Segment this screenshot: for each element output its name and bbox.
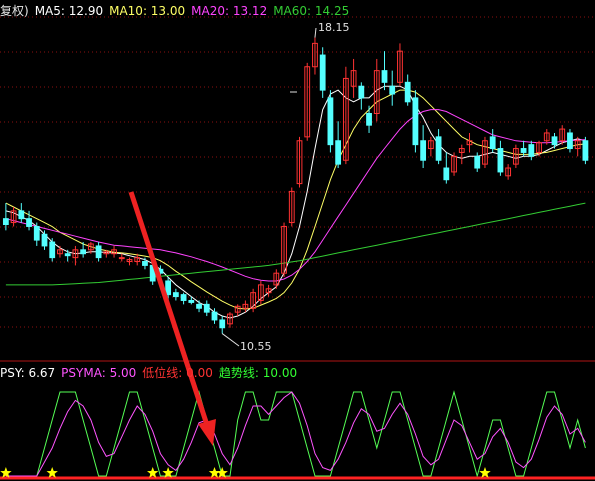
star-marker — [46, 467, 58, 478]
candle-body — [118, 257, 125, 260]
candle-body — [64, 253, 71, 257]
low-leader — [221, 333, 240, 347]
candle-body — [211, 311, 218, 321]
candle-body — [381, 70, 388, 83]
low-price-label: 10.55 — [240, 340, 272, 353]
candle-body — [389, 85, 396, 95]
legend-ma60: MA60: 14.25 — [273, 4, 350, 18]
legend-trend-line: 趋势线: 10.00 — [218, 366, 298, 380]
candle-body — [196, 303, 202, 309]
stock-chart — [0, 16, 595, 480]
candlesticks — [2, 37, 589, 334]
candle-body — [366, 112, 372, 126]
candle-body — [335, 140, 342, 165]
candle-body — [412, 97, 419, 146]
candle-body — [528, 144, 535, 157]
candle-body — [33, 225, 40, 241]
candle-body — [435, 136, 442, 161]
legend-ma5: MA5: 12.90 — [34, 4, 104, 18]
candle-body — [520, 148, 527, 153]
candle-body — [358, 85, 365, 99]
candle-body — [188, 299, 195, 303]
candle-body — [142, 261, 148, 266]
price-grid — [0, 16, 595, 362]
candle-body — [203, 303, 210, 313]
candle-body — [327, 97, 334, 146]
legend-ma20: MA20: 13.12 — [191, 4, 268, 18]
bottom-legend: PSY: 6.67 PSYMA: 5.00 低位线: 0.00 趋势线: 10.00 — [0, 364, 303, 381]
high-leader — [314, 27, 317, 38]
legend-psyma: PSYMA: 5.00 — [61, 366, 137, 380]
candle-body — [2, 218, 9, 226]
ma-line-ma20 — [5, 109, 586, 282]
candle-body — [474, 155, 481, 169]
candle-body — [404, 81, 411, 103]
candle-body — [219, 319, 226, 329]
high-price-label: 18.15 — [318, 21, 350, 34]
candle-body — [420, 140, 427, 161]
legend-ma10: MA10: 13.00 — [109, 4, 186, 18]
candle-body — [80, 249, 87, 255]
red-arrow — [128, 191, 216, 446]
moving-average-lines — [5, 85, 586, 319]
star-marker — [479, 467, 491, 478]
candle-body — [319, 54, 326, 91]
arrow-head — [198, 419, 216, 446]
ma-line-ma10 — [5, 89, 586, 310]
osc-line-psy — [5, 390, 586, 478]
candle-body — [497, 148, 504, 173]
psy-oscillator — [0, 390, 595, 480]
star-marker — [147, 467, 159, 478]
candle-body — [49, 241, 56, 259]
legend-low-line: 低位线: 0.00 — [142, 366, 213, 380]
candle-body — [551, 136, 558, 146]
candle-body — [26, 218, 32, 227]
candle-body — [489, 136, 496, 150]
candle-body — [165, 280, 172, 296]
candle-body — [41, 233, 48, 247]
candle-body — [443, 167, 450, 181]
candle-body — [95, 245, 102, 259]
top-legend: 复权) MA5: 12.90 MA10: 13.00 MA20: 13.12 MA60:… — [0, 2, 355, 19]
price-annotations — [221, 27, 317, 347]
candle-body — [567, 132, 573, 150]
candle-body — [180, 294, 187, 301]
candle-body — [18, 210, 25, 220]
legend-prefix: 复权) — [0, 4, 29, 18]
candle-body — [582, 140, 589, 161]
candle-body — [172, 292, 179, 298]
legend-psy: PSY: 6.67 — [0, 366, 56, 380]
